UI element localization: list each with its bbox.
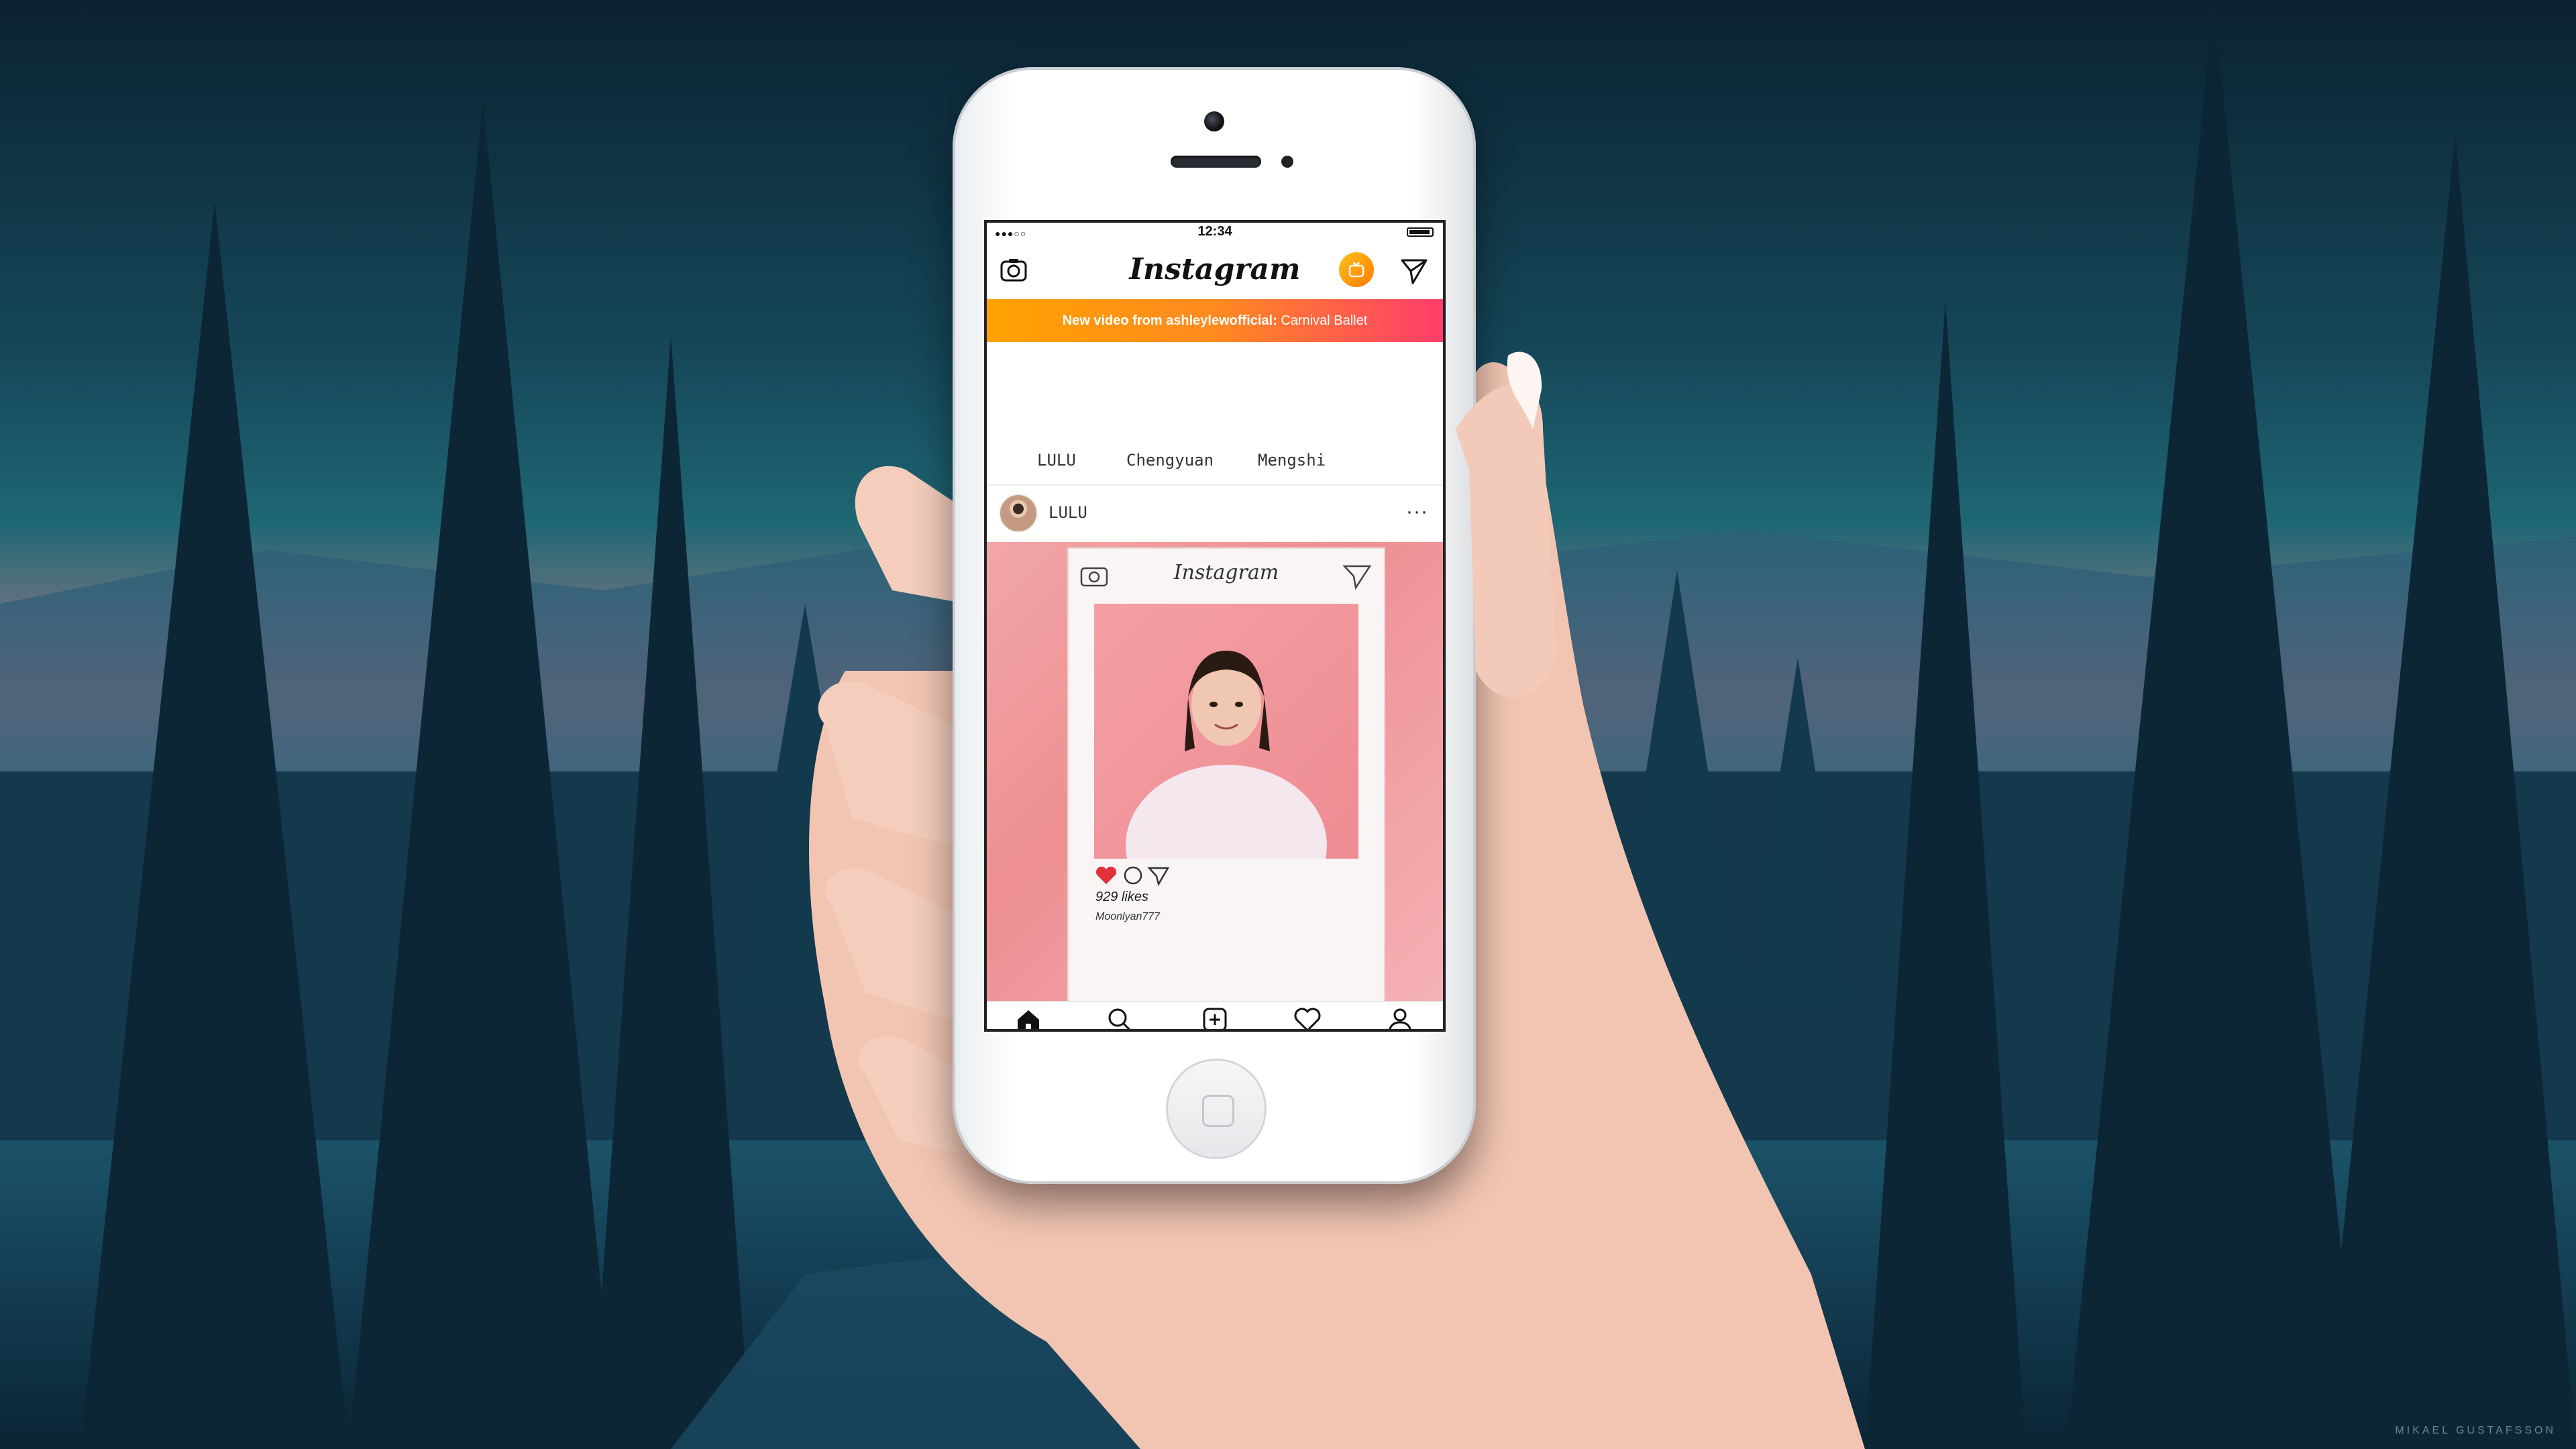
thumb-illustration [1456,352,1556,698]
